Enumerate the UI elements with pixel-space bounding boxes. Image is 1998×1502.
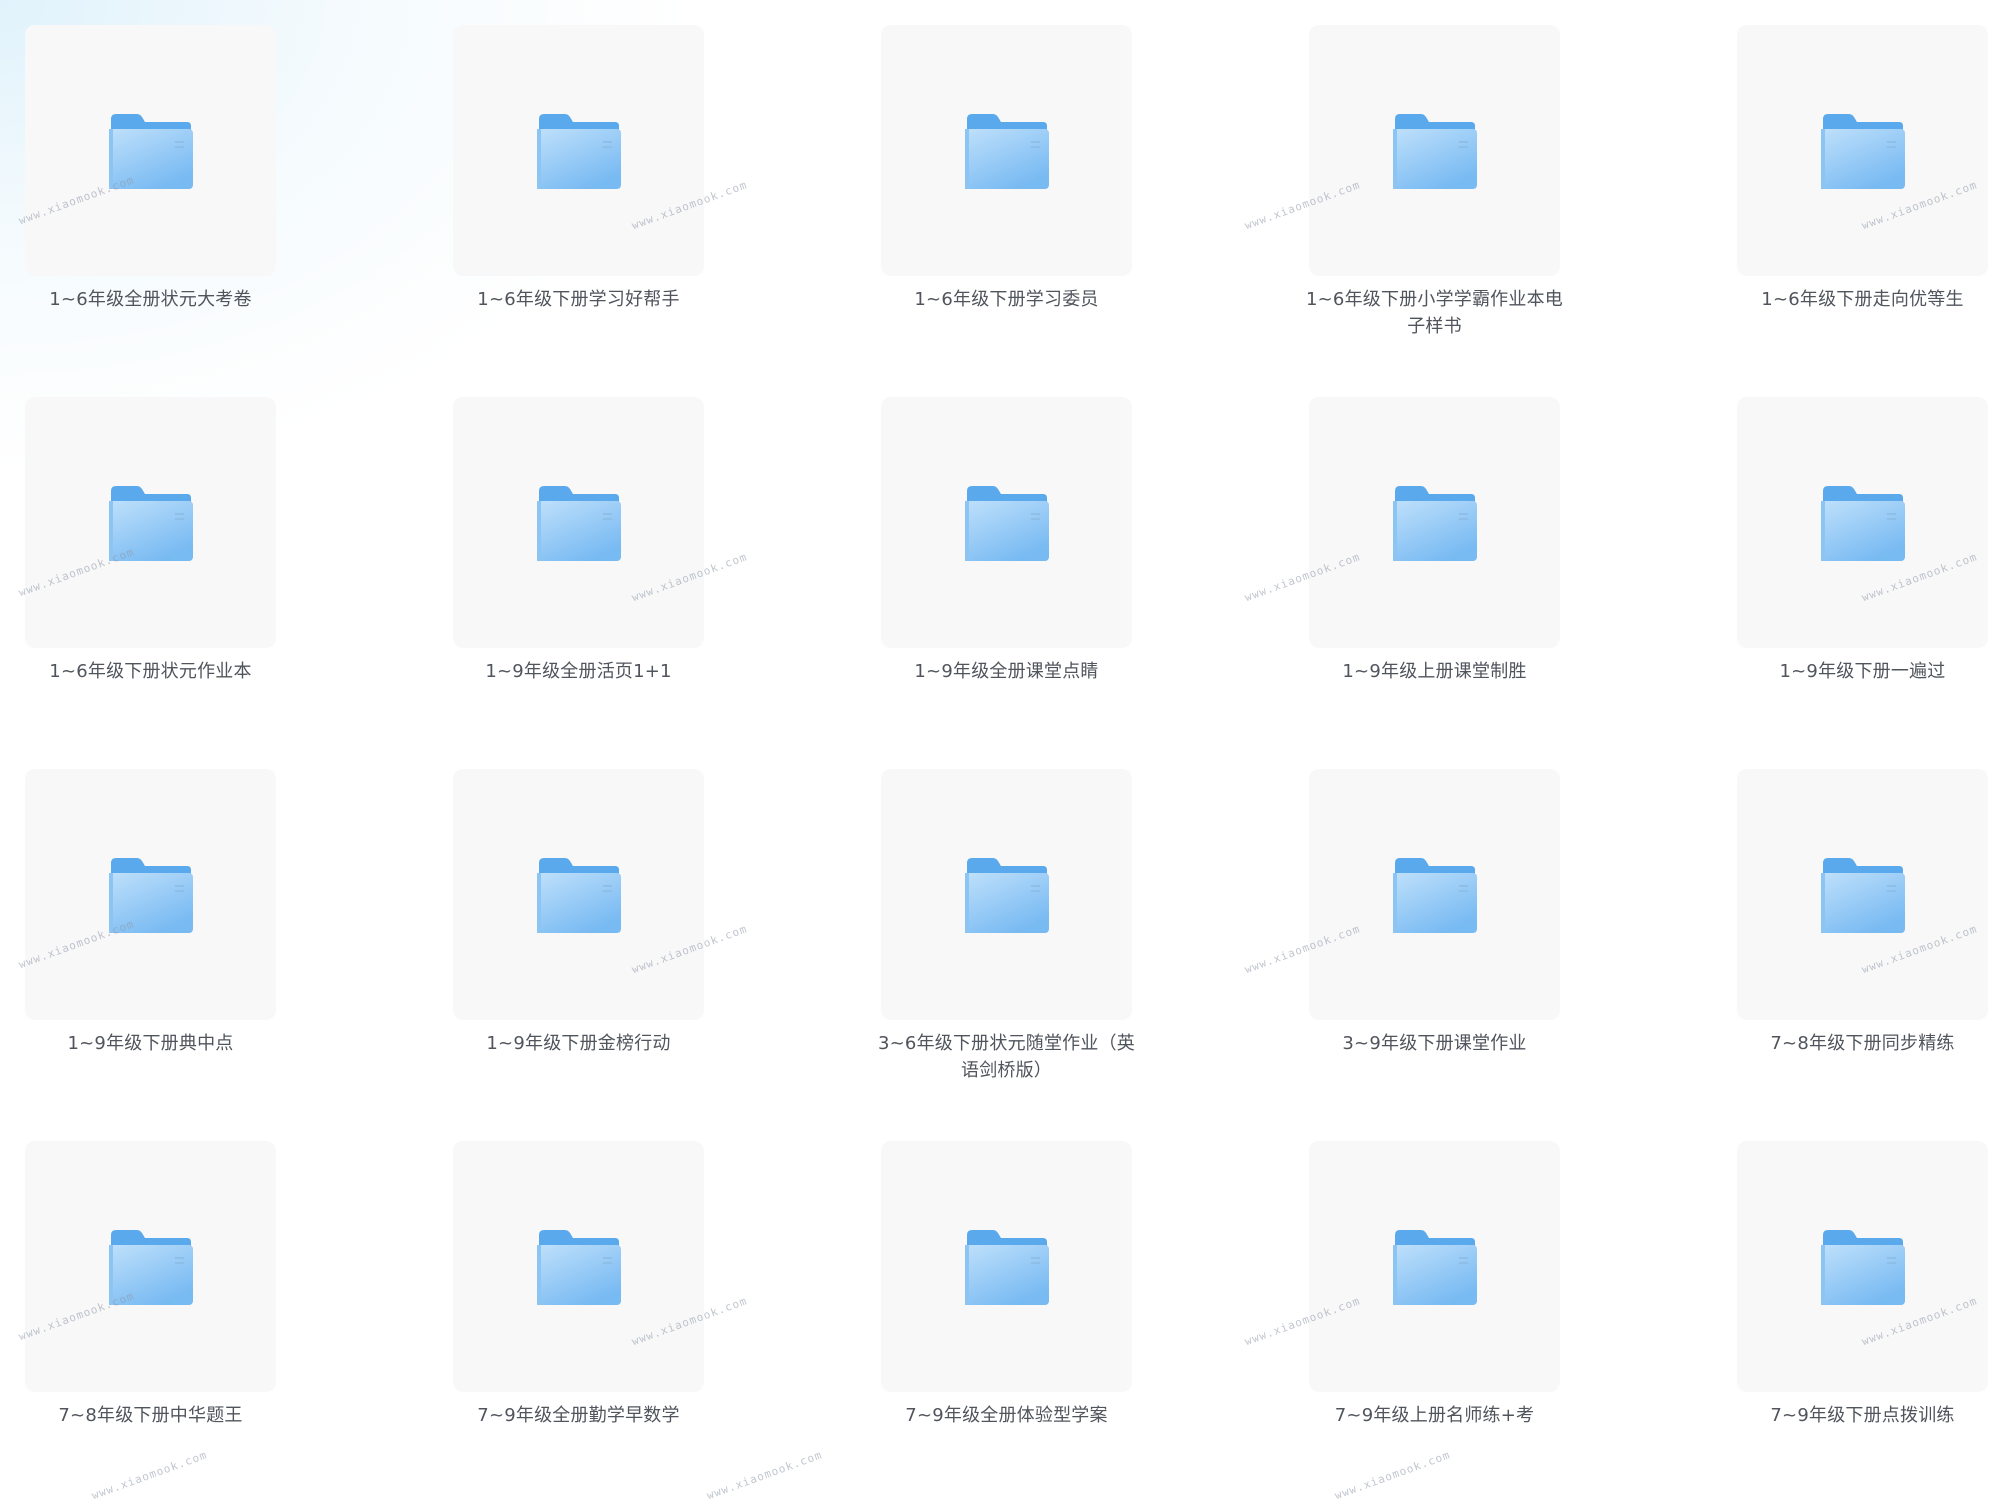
- folder-tile[interactable]: [1309, 397, 1560, 648]
- folder-tile[interactable]: [453, 1141, 704, 1392]
- folder-name[interactable]: 1~9年级下册金榜行动: [414, 1030, 744, 1057]
- folder-name[interactable]: 1~6年级下册学习好帮手: [414, 286, 744, 313]
- folder-tile[interactable]: [25, 769, 276, 1020]
- folder-tile[interactable]: [25, 1141, 276, 1392]
- folder-name[interactable]: 7~8年级下册同步精练: [1698, 1030, 1998, 1057]
- folder-tile[interactable]: [25, 25, 276, 276]
- folder-icon: [1393, 485, 1477, 561]
- folder-tile[interactable]: [453, 25, 704, 276]
- folder-icon: [109, 113, 193, 189]
- folder-icon: [1393, 1229, 1477, 1305]
- folder-tile[interactable]: [881, 397, 1132, 648]
- folder-name[interactable]: 7~9年级下册点拨训练: [1698, 1402, 1998, 1429]
- folder-icon: [537, 113, 621, 189]
- folder-name[interactable]: 7~9年级上册名师练+考: [1270, 1402, 1600, 1429]
- folder-tile[interactable]: [1309, 1141, 1560, 1392]
- folder-tile[interactable]: [1309, 25, 1560, 276]
- folder-icon: [965, 485, 1049, 561]
- folder-tile[interactable]: [1737, 397, 1988, 648]
- folder-name[interactable]: 1~6年级下册走向优等生: [1698, 286, 1998, 313]
- folder-name[interactable]: 7~9年级全册体验型学案: [842, 1402, 1172, 1429]
- folder-tile[interactable]: [1737, 769, 1988, 1020]
- folder-icon: [1821, 857, 1905, 933]
- folder-icon: [537, 1229, 621, 1305]
- folder-name[interactable]: 1~9年级全册活页1+1: [414, 658, 744, 685]
- folder-name[interactable]: 1~6年级下册小学学霸作业本电子样书: [1270, 286, 1600, 340]
- folder-icon: [965, 113, 1049, 189]
- folder-icon: [1821, 485, 1905, 561]
- folder-icon: [1393, 857, 1477, 933]
- folder-tile[interactable]: [453, 397, 704, 648]
- folder-name[interactable]: 1~6年级下册状元作业本: [0, 658, 316, 685]
- watermark: www.xiaomook.com: [705, 1448, 824, 1502]
- folder-icon: [1393, 113, 1477, 189]
- folder-icon: [965, 857, 1049, 933]
- folder-icon: [1821, 113, 1905, 189]
- folder-icon: [109, 857, 193, 933]
- folder-name[interactable]: 3~6年级下册状元随堂作业（英语剑桥版）: [842, 1030, 1172, 1084]
- folder-tile[interactable]: [453, 769, 704, 1020]
- folder-tile[interactable]: [1309, 769, 1560, 1020]
- folder-name[interactable]: 1~6年级下册学习委员: [842, 286, 1172, 313]
- folder-icon: [537, 857, 621, 933]
- folder-name[interactable]: 7~8年级下册中华题王: [0, 1402, 316, 1429]
- folder-tile[interactable]: [1737, 25, 1988, 276]
- folder-tile[interactable]: [25, 397, 276, 648]
- folder-name[interactable]: 1~9年级上册课堂制胜: [1270, 658, 1600, 685]
- folder-icon: [537, 485, 621, 561]
- folder-tile[interactable]: [1737, 1141, 1988, 1392]
- folder-icon: [1821, 1229, 1905, 1305]
- folder-icon: [965, 1229, 1049, 1305]
- folder-tile[interactable]: [881, 1141, 1132, 1392]
- folder-grid: 1~6年级全册状元大考卷www.xiaomook.com1~6年级下册学习好帮手…: [0, 0, 1998, 1496]
- folder-name[interactable]: 1~9年级下册典中点: [0, 1030, 316, 1057]
- folder-name[interactable]: 1~9年级全册课堂点睛: [842, 658, 1172, 685]
- folder-name[interactable]: 1~6年级全册状元大考卷: [0, 286, 316, 313]
- folder-name[interactable]: 1~9年级下册一遍过: [1698, 658, 1998, 685]
- folder-icon: [109, 1229, 193, 1305]
- folder-tile[interactable]: [881, 769, 1132, 1020]
- folder-name[interactable]: 3~9年级下册课堂作业: [1270, 1030, 1600, 1057]
- folder-name[interactable]: 7~9年级全册勤学早数学: [414, 1402, 744, 1429]
- folder-tile[interactable]: [881, 25, 1132, 276]
- watermark: www.xiaomook.com: [1333, 1448, 1452, 1502]
- folder-icon: [109, 485, 193, 561]
- watermark: www.xiaomook.com: [90, 1448, 209, 1502]
